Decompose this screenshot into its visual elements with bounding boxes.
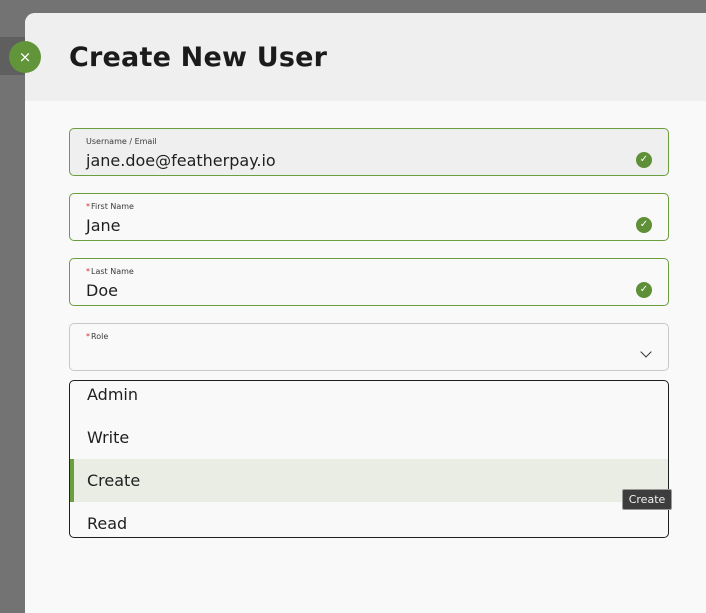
first-name-label: *First Name xyxy=(86,202,134,211)
first-name-field[interactable]: *First Name Jane ✓ xyxy=(69,193,669,241)
close-icon: × xyxy=(18,47,32,66)
role-option-write[interactable]: Write xyxy=(70,416,668,459)
chevron-down-icon[interactable] xyxy=(640,346,652,358)
last-name-input[interactable]: Doe xyxy=(86,281,118,300)
required-mark: * xyxy=(86,332,90,341)
role-option-admin[interactable]: Admin xyxy=(70,381,668,416)
role-select[interactable]: *Role xyxy=(69,323,669,371)
close-button[interactable]: × xyxy=(9,41,41,73)
page-title: Create New User xyxy=(69,41,328,73)
last-name-field[interactable]: *Last Name Doe ✓ xyxy=(69,258,669,306)
required-mark: * xyxy=(86,202,90,211)
username-label: Username / Email xyxy=(86,137,157,146)
username-field[interactable]: Username / Email jane.doe@featherpay.io … xyxy=(69,128,669,176)
role-option-create[interactable]: Create xyxy=(70,459,668,502)
check-icon: ✓ xyxy=(636,152,652,168)
role-label-text: Role xyxy=(91,332,109,341)
first-name-label-text: First Name xyxy=(91,202,134,211)
tooltip: Create xyxy=(622,489,672,510)
check-icon: ✓ xyxy=(636,282,652,298)
role-label: *Role xyxy=(86,332,108,341)
last-name-label: *Last Name xyxy=(86,267,134,276)
first-name-input[interactable]: Jane xyxy=(86,216,121,235)
required-mark: * xyxy=(86,267,90,276)
check-icon: ✓ xyxy=(636,217,652,233)
role-dropdown-list[interactable]: Admin Write Create Read xyxy=(69,380,669,538)
username-input[interactable]: jane.doe@featherpay.io xyxy=(86,151,276,170)
role-option-read[interactable]: Read xyxy=(70,502,668,537)
panel-header: Create New User xyxy=(25,13,706,101)
last-name-label-text: Last Name xyxy=(91,267,134,276)
